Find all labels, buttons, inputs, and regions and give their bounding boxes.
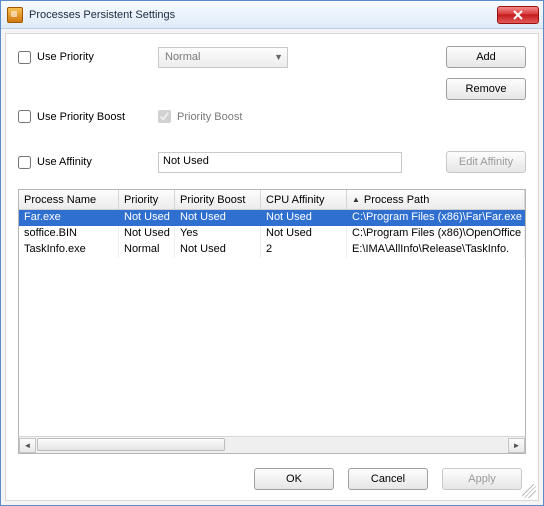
th-priority-boost[interactable]: Priority Boost [175, 190, 261, 209]
table-cell: soffice.BIN [19, 226, 119, 242]
table-cell: Not Used [175, 242, 261, 258]
app-icon [7, 7, 23, 23]
scroll-thumb[interactable] [37, 438, 225, 451]
use-priority-input[interactable] [18, 51, 31, 64]
apply-button: Apply [442, 468, 522, 490]
table-row[interactable]: Far.exeNot UsedNot UsedNot UsedC:\Progra… [19, 210, 525, 226]
use-priority-boost-checkbox[interactable]: Use Priority Boost [18, 110, 158, 123]
scroll-track[interactable] [37, 438, 507, 453]
remove-button-label: Remove [466, 83, 507, 95]
th-priority[interactable]: Priority [119, 190, 175, 209]
affinity-textbox[interactable]: Not Used [158, 152, 402, 173]
edit-affinity-label: Edit Affinity [459, 156, 513, 168]
titlebar: Processes Persistent Settings [1, 1, 543, 29]
table-cell: Not Used [261, 226, 347, 242]
ok-button-label: OK [286, 473, 302, 485]
th-process-name[interactable]: Process Name [19, 190, 119, 209]
ok-button[interactable]: OK [254, 468, 334, 490]
form-grid: Use Priority Normal ▼ Add Remove Use Pri… [18, 46, 526, 173]
table-cell: 2 [261, 242, 347, 258]
table-cell: E:\IMA\AllInfo\Release\TaskInfo. [347, 242, 525, 258]
table-cell: Not Used [175, 210, 261, 226]
cancel-button-label: Cancel [371, 473, 405, 485]
table-cell: Far.exe [19, 210, 119, 226]
priority-combo-value: Normal [165, 51, 200, 63]
remove-button[interactable]: Remove [446, 78, 526, 100]
scroll-left-button[interactable]: ◄ [19, 438, 36, 453]
close-icon [513, 10, 523, 20]
use-affinity-checkbox[interactable]: Use Affinity [18, 156, 158, 169]
client-area: Use Priority Normal ▼ Add Remove Use Pri… [5, 33, 539, 501]
use-priority-boost-label: Use Priority Boost [37, 111, 125, 123]
affinity-text-value: Not Used [163, 155, 209, 167]
table-cell: Not Used [119, 226, 175, 242]
priority-boost-checkbox: Priority Boost [158, 110, 418, 123]
use-affinity-input[interactable] [18, 156, 31, 169]
table-header-row: Process Name Priority Priority Boost CPU… [19, 190, 525, 210]
dialog-footer: OK Cancel Apply [18, 454, 526, 490]
table-row[interactable]: TaskInfo.exeNormalNot Used2E:\IMA\AllInf… [19, 242, 525, 258]
use-priority-checkbox[interactable]: Use Priority [18, 51, 158, 64]
process-table[interactable]: Process Name Priority Priority Boost CPU… [18, 189, 526, 454]
table-cell: Not Used [261, 210, 347, 226]
use-priority-boost-input[interactable] [18, 110, 31, 123]
window-title: Processes Persistent Settings [29, 9, 491, 21]
apply-button-label: Apply [468, 473, 496, 485]
horizontal-scrollbar[interactable]: ◄ ► [19, 436, 525, 453]
add-button-label: Add [476, 51, 496, 63]
use-priority-label: Use Priority [37, 51, 94, 63]
priority-boost-label: Priority Boost [177, 111, 242, 123]
scroll-right-button[interactable]: ► [508, 438, 525, 453]
edit-affinity-button: Edit Affinity [446, 151, 526, 173]
chevron-down-icon: ▼ [274, 52, 283, 62]
th-cpu-affinity[interactable]: CPU Affinity [261, 190, 347, 209]
th-process-path[interactable]: Process Path [347, 190, 525, 209]
table-cell: Not Used [119, 210, 175, 226]
priority-boost-input [158, 110, 171, 123]
add-button[interactable]: Add [446, 46, 526, 68]
close-button[interactable] [497, 6, 539, 24]
table-cell: C:\Program Files (x86)\OpenOffice [347, 226, 525, 242]
table-cell: Normal [119, 242, 175, 258]
table-body: Far.exeNot UsedNot UsedNot UsedC:\Progra… [19, 210, 525, 436]
table-row[interactable]: soffice.BINNot UsedYesNot UsedC:\Program… [19, 226, 525, 242]
table-cell: C:\Program Files (x86)\Far\Far.exe [347, 210, 525, 226]
use-affinity-label: Use Affinity [37, 156, 92, 168]
table-cell: Yes [175, 226, 261, 242]
dialog-window: Processes Persistent Settings Use Priori… [0, 0, 544, 506]
priority-combo[interactable]: Normal ▼ [158, 47, 288, 68]
cancel-button[interactable]: Cancel [348, 468, 428, 490]
table-cell: TaskInfo.exe [19, 242, 119, 258]
resize-grip[interactable] [522, 484, 536, 498]
